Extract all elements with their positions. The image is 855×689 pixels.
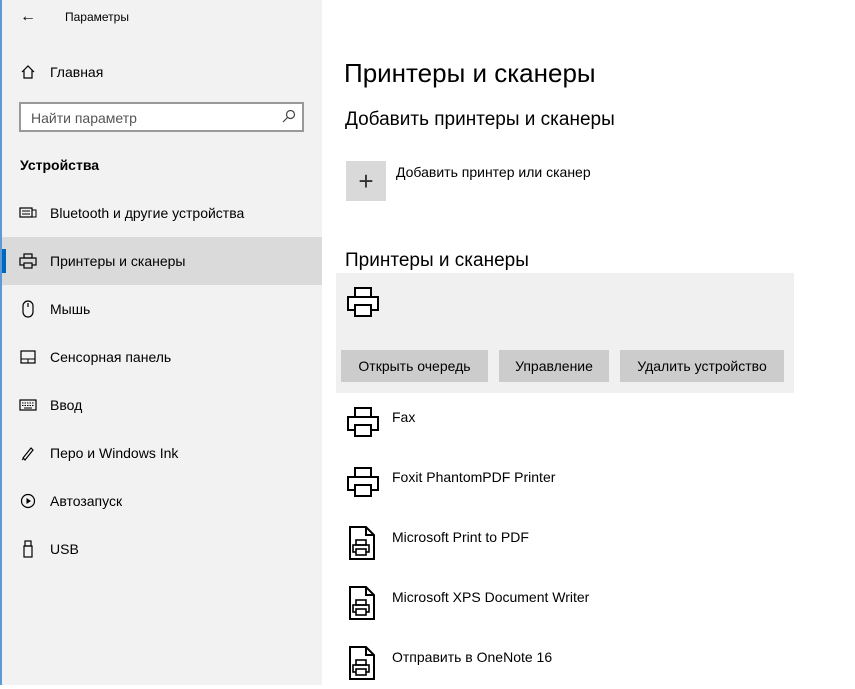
sidebar-item-label: Мышь <box>50 301 91 317</box>
usb-icon <box>18 540 38 558</box>
add-printer-button[interactable]: + <box>346 161 386 201</box>
sidebar-item-label: Принтеры и сканеры <box>50 253 186 269</box>
device-name: Foxit PhantomPDF Printer <box>392 469 556 485</box>
sidebar-item-label: Сенсорная панель <box>50 349 172 365</box>
printer-icon <box>346 405 380 444</box>
bluetooth-devices-icon <box>18 205 38 221</box>
printer-icon <box>18 253 38 269</box>
sidebar-item-label: Ввод <box>50 397 83 413</box>
autoplay-icon <box>18 493 38 509</box>
search-placeholder: Найти параметр <box>31 110 137 126</box>
manage-button[interactable]: Управление <box>499 350 609 382</box>
printer-icon <box>346 285 380 324</box>
sidebar-item-label: Автозапуск <box>50 493 123 509</box>
sidebar-item-mouse[interactable]: Мышь <box>2 285 322 333</box>
add-printer-label[interactable]: Добавить принтер или сканер <box>396 164 591 180</box>
sidebar-item-bluetooth[interactable]: Bluetooth и другие устройства <box>2 189 322 237</box>
sidebar-item-pen[interactable]: Перо и Windows Ink <box>2 429 322 477</box>
search-icon[interactable] <box>282 109 296 128</box>
sidebar-item-label: USB <box>50 541 79 557</box>
back-button[interactable]: ← <box>16 6 40 28</box>
document-printer-icon <box>346 585 380 626</box>
device-item-onenote[interactable]: Отправить в OneNote 16 <box>346 645 766 689</box>
home-icon <box>18 64 38 80</box>
pen-icon <box>18 445 38 461</box>
page-title: Принтеры и сканеры <box>344 58 596 88</box>
sidebar-item-printers[interactable]: Принтеры и сканеры <box>2 237 322 285</box>
plus-icon: + <box>358 166 374 196</box>
list-section-title: Принтеры и сканеры <box>345 250 529 271</box>
printer-icon <box>346 465 380 504</box>
window-title: Параметры <box>65 10 129 24</box>
device-name: Microsoft XPS Document Writer <box>392 589 590 605</box>
open-queue-button[interactable]: Открыть очередь <box>341 350 488 382</box>
selected-device-panel[interactable]: Открыть очередь Управление Удалить устро… <box>336 273 794 393</box>
remove-device-button[interactable]: Удалить устройство <box>620 350 784 382</box>
device-name: Fax <box>392 409 416 425</box>
device-item-fax[interactable]: Fax <box>346 405 766 449</box>
device-name: Отправить в OneNote 16 <box>392 649 553 665</box>
device-item-print-to-pdf[interactable]: Microsoft Print to PDF <box>346 525 766 569</box>
sidebar: ← Параметры Главная Найти параметр Устро… <box>0 0 322 685</box>
section-title: Устройства <box>20 157 100 173</box>
home-label: Главная <box>50 64 104 80</box>
main-content: Принтеры и сканеры Добавить принтеры и с… <box>322 0 855 685</box>
add-section-title: Добавить принтеры и сканеры <box>345 109 615 130</box>
sidebar-item-autoplay[interactable]: Автозапуск <box>2 477 322 525</box>
sidebar-item-label: Bluetooth и другие устройства <box>50 205 245 221</box>
sidebar-item-label: Перо и Windows Ink <box>50 445 179 461</box>
keyboard-icon <box>18 399 38 411</box>
document-printer-icon <box>346 645 380 686</box>
mouse-icon <box>18 300 38 318</box>
home-link[interactable]: Главная <box>2 48 322 96</box>
sidebar-item-typing[interactable]: Ввод <box>2 381 322 429</box>
device-name: Microsoft Print to PDF <box>392 529 529 545</box>
device-item-foxit[interactable]: Foxit PhantomPDF Printer <box>346 465 766 509</box>
sidebar-item-touchpad[interactable]: Сенсорная панель <box>2 333 322 381</box>
device-item-xps-writer[interactable]: Microsoft XPS Document Writer <box>346 585 766 629</box>
selection-indicator <box>2 249 6 273</box>
sidebar-item-usb[interactable]: USB <box>2 525 322 573</box>
search-input[interactable]: Найти параметр <box>19 102 304 132</box>
document-printer-icon <box>346 525 380 566</box>
touchpad-icon <box>18 350 38 364</box>
